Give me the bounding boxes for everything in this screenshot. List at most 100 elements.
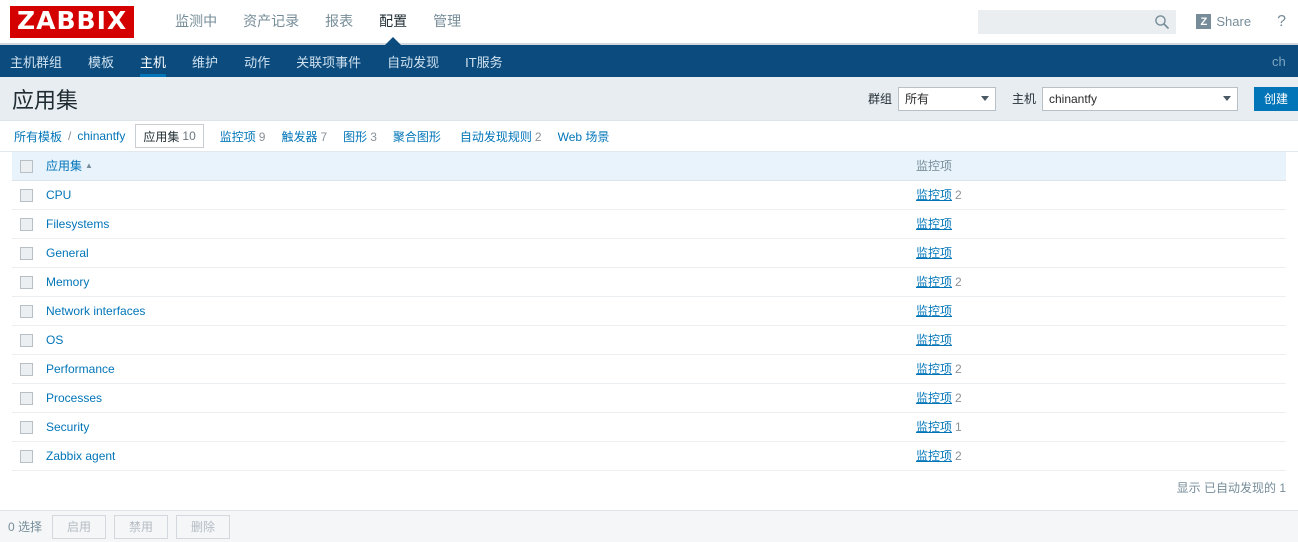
application-name-link[interactable]: CPU bbox=[46, 188, 71, 202]
subnav-item-hosts[interactable]: 主机 bbox=[127, 45, 179, 77]
tab-applications-label: 应用集 bbox=[143, 129, 180, 144]
column-header-items: 监控项 bbox=[908, 152, 1286, 181]
application-name-link[interactable]: Processes bbox=[46, 391, 102, 405]
delete-button[interactable]: 删除 bbox=[176, 514, 231, 539]
items-count: 2 bbox=[955, 188, 962, 202]
top-header: ZABBIX 监测中 资产记录 报表 配置 管理 Z Share ? bbox=[0, 0, 1298, 46]
items-link[interactable]: 监控项 bbox=[916, 246, 952, 260]
tab-applications[interactable]: 应用集 10 bbox=[135, 124, 204, 148]
row-checkbox[interactable] bbox=[20, 362, 33, 376]
nav-item-monitoring[interactable]: 监测中 bbox=[162, 0, 230, 44]
group-select[interactable]: 所有 bbox=[897, 86, 996, 111]
search-container bbox=[978, 9, 1177, 34]
host-select[interactable]: chinantfy bbox=[1041, 86, 1238, 111]
items-link[interactable]: 监控项 bbox=[916, 391, 952, 405]
subnav-item-actions[interactable]: 动作 bbox=[231, 45, 283, 77]
items-link[interactable]: 监控项 bbox=[916, 304, 952, 318]
tab-screens[interactable]: 聚合图形 bbox=[393, 128, 444, 145]
group-filter-label: 群组 bbox=[867, 92, 892, 106]
table-row: Filesystems 监控项 bbox=[12, 209, 1286, 239]
breadcrumb-separator: / bbox=[68, 129, 72, 143]
sort-ascending-icon: ▲ bbox=[85, 161, 93, 171]
breadcrumb-all-templates[interactable]: 所有模板 bbox=[14, 128, 62, 145]
table-header: 应用集 ▲ 监控项 bbox=[12, 152, 1286, 181]
items-count: 2 bbox=[955, 449, 962, 463]
items-link[interactable]: 监控项 bbox=[916, 449, 952, 463]
subnav-item-maintenance[interactable]: 维护 bbox=[179, 45, 231, 77]
nav-item-administration[interactable]: 管理 bbox=[420, 0, 474, 44]
column-header-name: 应用集 ▲ bbox=[38, 152, 908, 181]
row-checkbox[interactable] bbox=[20, 275, 33, 289]
row-checkbox[interactable] bbox=[20, 304, 33, 318]
selected-count-label: 0 选择 bbox=[8, 520, 43, 534]
search-input[interactable] bbox=[978, 9, 1177, 34]
table-row: OS 监控项 bbox=[12, 325, 1286, 355]
row-checkbox[interactable] bbox=[20, 449, 33, 463]
row-checkbox[interactable] bbox=[20, 391, 33, 405]
disable-button[interactable]: 禁用 bbox=[114, 514, 169, 539]
subnav-item-templates[interactable]: 模板 bbox=[75, 45, 127, 77]
table-header-row: 应用集 ▲ 监控项 bbox=[12, 152, 1286, 181]
select-all-checkbox[interactable] bbox=[20, 159, 33, 173]
share-button[interactable]: Z Share bbox=[1196, 14, 1251, 29]
table-row: Network interfaces 监控项 bbox=[12, 296, 1286, 326]
row-checkbox[interactable] bbox=[20, 420, 33, 434]
items-link[interactable]: 监控项 bbox=[916, 333, 952, 347]
subnav-item-host-groups[interactable]: 主机群组 bbox=[0, 45, 75, 77]
row-checkbox[interactable] bbox=[20, 217, 33, 231]
group-select-container: 所有 bbox=[897, 86, 996, 111]
application-name-link[interactable]: Filesystems bbox=[46, 217, 109, 231]
nav-item-reports[interactable]: 报表 bbox=[312, 0, 366, 44]
row-checkbox[interactable] bbox=[20, 333, 33, 347]
nav-item-configuration[interactable]: 配置 bbox=[366, 0, 420, 46]
items-link[interactable]: 监控项 bbox=[916, 188, 952, 202]
application-name-link[interactable]: Performance bbox=[46, 362, 115, 376]
table-body: CPU 监控项 2 Filesystems 监控项 General 监控项 Mem… bbox=[12, 180, 1286, 471]
table-row: Security 监控项 1 bbox=[12, 412, 1286, 442]
items-count: 2 bbox=[955, 275, 962, 289]
application-name-link[interactable]: Memory bbox=[46, 275, 89, 289]
sort-by-name-link[interactable]: 应用集 bbox=[46, 159, 82, 173]
create-application-button[interactable]: 创建 bbox=[1253, 86, 1298, 111]
tab-graphs-count: 3 bbox=[370, 129, 377, 144]
enable-button[interactable]: 启用 bbox=[52, 514, 107, 539]
tab-web-scenarios[interactable]: Web 场景 bbox=[558, 128, 613, 145]
tab-items[interactable]: 监控项 9 bbox=[220, 128, 266, 145]
application-name-link[interactable]: Security bbox=[46, 420, 89, 434]
application-name-link[interactable]: General bbox=[46, 246, 89, 260]
tab-triggers-count: 7 bbox=[320, 129, 328, 144]
subnav-item-correlation[interactable]: 关联项事件 bbox=[283, 45, 374, 77]
page-header: 应用集 群组 所有 主机 chinantfy 创建 bbox=[0, 77, 1298, 121]
items-link[interactable]: 监控项 bbox=[916, 362, 952, 376]
tab-discovery-rules[interactable]: 自动发现规则 2 bbox=[460, 128, 542, 145]
zabbix-z-icon: Z bbox=[1196, 14, 1212, 29]
tab-web-scenarios-label: Web 场景 bbox=[557, 129, 610, 144]
main-navigation: 监测中 资产记录 报表 配置 管理 bbox=[162, 0, 474, 46]
tab-screens-label: 聚合图形 bbox=[392, 129, 441, 144]
items-link[interactable]: 监控项 bbox=[916, 420, 952, 434]
applications-table: 应用集 ▲ 监控项 CPU 监控项 2 Filesystems 监控项 Genera… bbox=[12, 152, 1286, 471]
tab-applications-count: 10 bbox=[182, 129, 196, 143]
application-name-link[interactable]: Network interfaces bbox=[46, 304, 145, 318]
page-title: 应用集 bbox=[12, 87, 79, 113]
breadcrumb-host[interactable]: chinantfy bbox=[77, 129, 125, 143]
subnav-item-it-services[interactable]: IT服务 bbox=[452, 45, 516, 77]
items-link[interactable]: 监控项 bbox=[916, 217, 952, 231]
application-name-link[interactable]: OS bbox=[46, 333, 63, 347]
nav-item-inventory[interactable]: 资产记录 bbox=[230, 0, 312, 44]
help-icon[interactable]: ? bbox=[1277, 13, 1286, 31]
table-row: Memory 监控项 2 bbox=[12, 267, 1286, 297]
row-checkbox[interactable] bbox=[20, 246, 33, 260]
tab-graphs[interactable]: 图形 3 bbox=[343, 128, 377, 145]
tab-triggers[interactable]: 触发器 7 bbox=[281, 128, 327, 145]
breadcrumb: 所有模板 / chinantfy 应用集 10 监控项 9 触发器 7 图形 3 聚合图… bbox=[0, 121, 1298, 152]
row-checkbox[interactable] bbox=[20, 188, 33, 202]
user-label[interactable]: ch bbox=[1272, 45, 1298, 77]
subnav-item-discovery[interactable]: 自动发现 bbox=[374, 45, 452, 77]
items-link[interactable]: 监控项 bbox=[916, 275, 952, 289]
zabbix-logo[interactable]: ZABBIX bbox=[10, 5, 135, 38]
application-name-link[interactable]: Zabbix agent bbox=[46, 449, 115, 463]
tab-items-label: 监控项 bbox=[219, 129, 256, 144]
filter-controls: 群组 所有 主机 chinantfy 创建 bbox=[867, 86, 1298, 111]
action-bar: 0 选择 启用 禁用 删除 bbox=[0, 510, 1298, 542]
